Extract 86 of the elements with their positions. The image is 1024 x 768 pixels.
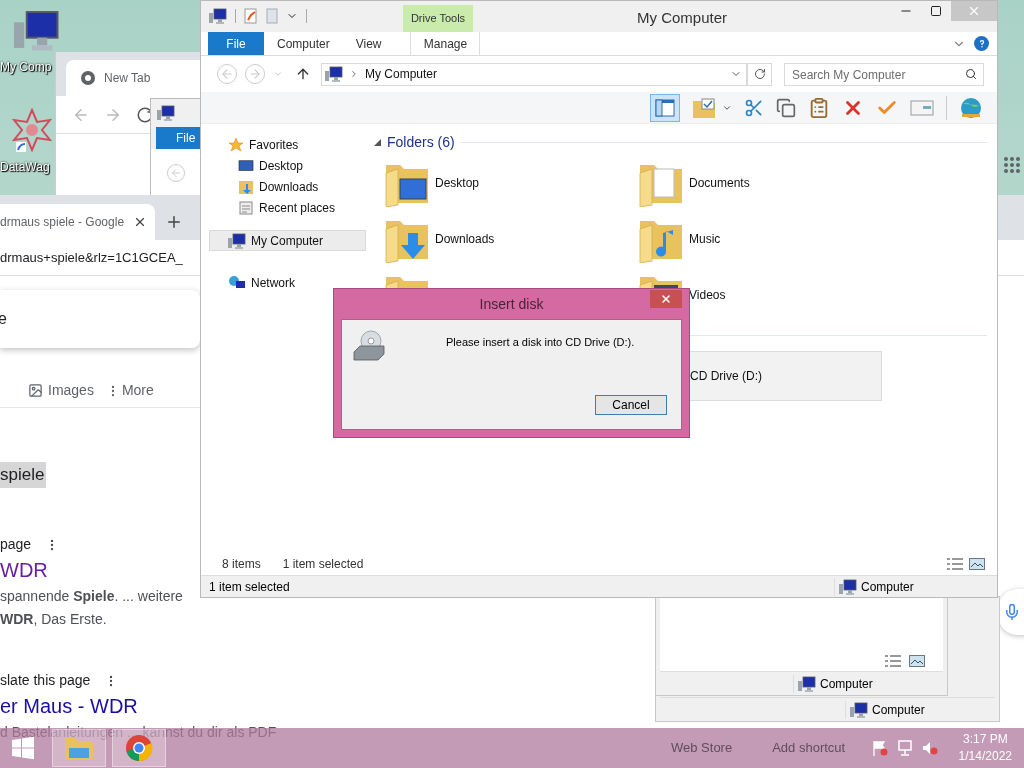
cancel-button[interactable]: Cancel [595,395,667,415]
status-location: Computer [872,701,925,719]
status-text: 1 item selected [209,578,290,596]
search-tab[interactable]: Images [28,380,94,401]
result-snippet: WDR, Das Erste. [0,609,107,629]
highlighted-text: spiele [0,462,47,488]
computer-icon [839,578,857,595]
status-location: Computer [820,675,873,693]
copy-icon[interactable] [776,97,796,118]
nav-item[interactable]: Network [209,272,366,293]
ribbon-tab[interactable]: Computer [264,32,343,55]
collapse-icon[interactable] [374,139,381,146]
address-bar[interactable]: My Computer [321,62,747,86]
details-view-icon[interactable] [885,655,901,667]
properties-icon[interactable] [244,8,258,24]
chrome-icon [80,70,96,86]
status-location: Computer [861,578,914,596]
tab-title[interactable]: New Tab [104,69,151,87]
globe-icon[interactable] [959,95,983,120]
close-button[interactable] [650,290,682,308]
context-tab-header: Drive Tools [403,5,473,32]
search-icon [965,67,977,80]
desktop-icon [238,158,254,173]
recent-places-icon [238,199,254,216]
help-icon[interactable] [974,36,989,51]
computer-icon [228,232,246,249]
new-tab-icon[interactable] [165,213,183,231]
search-field[interactable]: Search My Computer [784,63,984,87]
folder-label[interactable]: Videos [689,286,726,304]
close-icon [967,4,981,18]
computer-icon [209,8,227,24]
folder-check-icon[interactable] [692,96,716,119]
item-count: 8 items [222,556,261,573]
nav-item[interactable]: Desktop [209,155,366,176]
close-icon[interactable] [133,215,147,229]
up-icon[interactable] [295,66,311,82]
flag-error-icon[interactable] [871,740,888,756]
nav-item[interactable]: My Computer [209,230,366,251]
tiles-view-icon[interactable] [909,655,925,667]
browser-tab[interactable]: drmaus spiele - Google [0,204,155,240]
result-title-link[interactable]: WDR [0,554,48,585]
folder-icon [238,178,254,195]
result-snippet: spannende Spiele. ... weitere [0,586,183,606]
network-icon[interactable] [896,740,913,756]
dialog-title: Insert disk [479,294,544,314]
star-icon [228,136,244,153]
computer-icon [850,701,868,718]
nav-item[interactable]: Downloads [209,176,366,197]
speaker-muted-icon[interactable] [921,740,938,756]
selection-count: 1 item selected [282,556,364,573]
url-text[interactable]: drmaus+spiele&rlz=1C1GCEA_ [0,247,183,268]
computer-icon [325,66,343,82]
result-source: slate this page [0,671,91,690]
preview-pane-button[interactable] [650,93,680,122]
network-icon [228,274,246,291]
folder-label[interactable]: Desktop [435,174,480,192]
nav-item[interactable]: Recent places [209,197,366,218]
rename-icon[interactable] [910,99,934,116]
ribbon-tab[interactable]: Manage [410,32,481,55]
computer-icon [157,105,175,121]
star-shape-icon [12,108,52,152]
folder-label[interactable]: Downloads [435,230,495,248]
folder-label[interactable]: Music [689,230,721,248]
tiles-view-icon[interactable] [969,558,985,570]
window-title: My Computer [637,8,728,28]
search-tab[interactable]: More [105,380,154,401]
refresh-icon [753,68,766,80]
computer-icon [14,8,60,52]
file-tab[interactable]: File [156,127,200,149]
microphone-icon[interactable] [1003,601,1021,623]
cd-drive-icon [352,330,386,362]
refresh-button[interactable] [747,62,772,86]
ribbon-tab[interactable]: View [342,32,395,55]
paste-icon[interactable] [808,96,830,119]
dialog-message: Please insert a disk into CD Drive (D:). [446,335,635,350]
result-source: page [0,535,32,554]
group-header[interactable]: Folders (6) [387,132,455,153]
folder-label[interactable]: Documents [689,174,750,192]
result-title-link[interactable]: er Maus - WDR [0,690,138,721]
close-icon [660,293,672,305]
nav-item[interactable]: Favorites [209,134,366,155]
computer-icon [798,675,816,692]
file-tab[interactable]: File [208,32,264,55]
apps-grid-icon[interactable] [1004,157,1020,173]
image-icon [28,383,43,398]
details-view-icon[interactable] [947,558,963,570]
